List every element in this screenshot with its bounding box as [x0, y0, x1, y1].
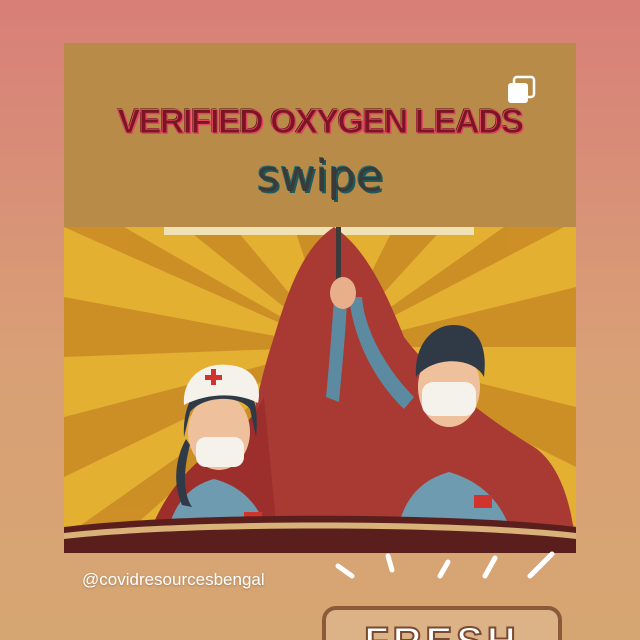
- frontline-workers-poster-illustration: [64, 227, 576, 553]
- fresh-sticker-label: FRESH: [326, 619, 558, 640]
- account-handle[interactable]: @covidresourcesbengal: [82, 570, 265, 590]
- post-image-card[interactable]: VERIFIED OXYGEN LEADS swipe: [64, 43, 576, 553]
- post-headline: VERIFIED OXYGEN LEADS: [117, 103, 524, 142]
- swipe-hint: swipe: [256, 151, 384, 202]
- post-header-panel: VERIFIED OXYGEN LEADS swipe: [64, 43, 576, 227]
- fresh-sticker[interactable]: FRESH: [322, 606, 562, 640]
- multiple-images-icon: [508, 75, 536, 103]
- sparkle-rays-icon: [335, 551, 555, 579]
